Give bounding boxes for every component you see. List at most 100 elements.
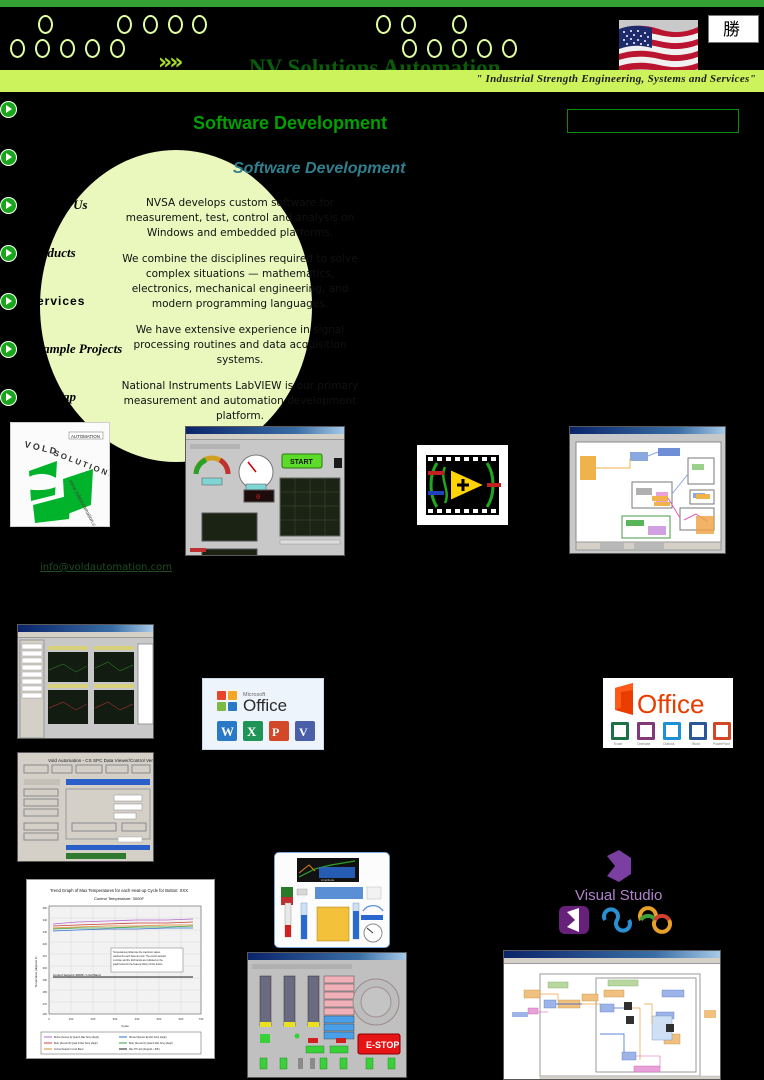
svg-text:Temperatures plotted are the m: Temperatures plotted are the maximum val… [113, 951, 161, 954]
sidebar-item-home[interactable] [0, 97, 28, 121]
page-title: Software Development [193, 113, 388, 133]
svg-text:340: 340 [43, 918, 48, 922]
svg-text:350: 350 [43, 906, 48, 910]
office-app-label: Word [692, 742, 700, 746]
bubble-icon [85, 39, 100, 58]
sidebar-item-contact-us[interactable]: Contact Us [0, 193, 88, 217]
legend-entry: Body (Sensor B) Quad 2 Max Temp (degF) [54, 1042, 98, 1045]
trend-chart-thumb[interactable]: Trend Graph of Max Temperatures for each… [26, 879, 215, 1059]
svg-text:600: 600 [179, 1017, 184, 1021]
bubble-icon [10, 39, 25, 58]
play-bullet-icon [0, 388, 17, 406]
legend-entry: Button (Sensor A) Quad 1 Max Temp (degF) [54, 1036, 99, 1039]
svg-text:graph below for the heat-up hi: graph below for the heat-up history of t… [113, 963, 163, 966]
svg-text:Amplitude: Amplitude [321, 878, 335, 882]
play-bullet-icon [0, 100, 17, 118]
office-app-label: Outlook [663, 742, 675, 746]
svg-text:is shown and the limit bands a: is shown and the limit bands are indicat… [113, 959, 163, 962]
bubble-icon [192, 15, 207, 34]
kanji-badge: 勝 必 [708, 15, 759, 68]
svg-text:Vold Automation - CS SPC Data: Vold Automation - CS SPC Data Viewer/Con… [48, 758, 154, 763]
title-bar [18, 625, 153, 632]
bubble-icon [143, 15, 158, 34]
title-bar [248, 953, 406, 960]
legend-entry: Body (Sensor D) Quad 4 Max Temp (degF) [129, 1042, 173, 1045]
title-bar [186, 427, 344, 434]
bubble-icon [401, 15, 416, 34]
svg-text:320: 320 [43, 942, 48, 946]
svg-text:X: X [247, 724, 257, 739]
play-bullet-icon [0, 196, 17, 214]
labview-logo-thumb[interactable] [417, 445, 508, 525]
svg-text:300: 300 [43, 966, 48, 970]
ms-office-2010-logo[interactable]: Microsoft Office W X P V [202, 678, 324, 750]
svg-text:400: 400 [135, 1017, 140, 1021]
sidebar-item-example-projects[interactable]: Example Projects [0, 337, 122, 361]
svg-text:330: 330 [43, 930, 48, 934]
site-brand-title: NV Solutions Automation [249, 55, 501, 70]
visual-studio-logo[interactable]: Visual Studio [545, 848, 695, 938]
multi-graph-application-thumb[interactable] [17, 624, 154, 739]
sidebar-item-products[interactable]: Products [0, 241, 76, 265]
office-app-label: OneNote [637, 742, 650, 746]
svg-text:300: 300 [113, 1017, 118, 1021]
scada-estop-panel-thumb[interactable]: E-STOP [247, 952, 407, 1078]
play-bullet-icon [0, 292, 17, 310]
sidebar-item-site-map[interactable]: Site Map [0, 385, 76, 409]
svg-text:Control Setpoint 3000F / Limit: Control Setpoint 3000F / Limit Band [53, 973, 101, 977]
ms-office-2013-logo[interactable]: Office Excel OneNote Outlook Word PowerP… [603, 678, 733, 748]
top-accent-bar [0, 0, 764, 7]
body-paragraph: National Instruments LabVIEW is our prim… [121, 380, 359, 422]
bubble-icon [110, 39, 125, 58]
labview-front-panel-thumb[interactable]: START 0 [185, 426, 345, 556]
bubble-icon [38, 15, 53, 34]
labview-block-diagram-2-thumb[interactable] [503, 950, 721, 1080]
svg-text:V: V [299, 725, 308, 739]
sidebar-item-label: Products [28, 245, 76, 260]
bubble-icon [117, 15, 132, 34]
configuration-dialog-thumb[interactable]: Vold Automation - CS SPC Data Viewer/Con… [17, 752, 154, 862]
office-app-label: PowerPoint [713, 742, 730, 746]
legend-entry: Max HT Limit (Setpoint + 50F) [129, 1048, 160, 1051]
bubble-icon [376, 15, 391, 34]
sidebar-item-about[interactable] [0, 145, 28, 169]
chart-subtitle: Control Temperature: 3000F [94, 896, 145, 901]
svg-text:270: 270 [43, 1002, 48, 1006]
sidebar-item-services[interactable]: Services [0, 289, 85, 313]
svg-text:START: START [290, 459, 314, 466]
search-input[interactable] [567, 109, 739, 133]
labview-block-diagram-thumb[interactable] [569, 426, 726, 554]
body-paragraph: We combine the disciplines required to s… [122, 253, 358, 310]
title-bar [570, 427, 725, 434]
chart-xlabel: Cycle [121, 1024, 129, 1028]
chart-ylabel: Temperature (degrees F) [34, 956, 38, 987]
legend-entry: Control Setpoint / Limit Band [54, 1048, 84, 1051]
site-tagline: " Industrial Strength Engineering, Syste… [476, 73, 756, 85]
svg-text:W: W [221, 724, 234, 739]
svg-text:100: 100 [69, 1017, 74, 1021]
vold-solutions-logo[interactable]: V O L D S O L U T I O N S AUTOMATION www… [10, 422, 110, 527]
body-paragraph: We have extensive experience in signal p… [133, 324, 347, 366]
bubble-icon [35, 39, 50, 58]
svg-text:200: 200 [91, 1017, 96, 1021]
chart-title: Trend Graph of Max Temperatures for each… [50, 888, 188, 893]
office-wordmark: Office [243, 696, 287, 715]
bubble-icon [60, 39, 75, 58]
svg-text:700: 700 [199, 1017, 204, 1021]
legend-entry: Shroud (Sensor E) Max Temp (degF) [129, 1036, 167, 1039]
chevron-right-icon: »» [158, 50, 183, 71]
office-app-label: Excel [614, 742, 622, 746]
title-bar [504, 951, 720, 958]
play-bullet-icon [0, 244, 17, 262]
svg-text:reached for each heat-up cycle: reached for each heat-up cycle. The cont… [113, 955, 166, 958]
logo-badge-automation: AUTOMATION [71, 434, 100, 439]
sidebar-item-label: Contact Us [28, 197, 88, 212]
email-link[interactable]: info@voldautomation.com [40, 562, 172, 573]
us-flag-image [619, 20, 698, 70]
svg-text:260: 260 [43, 1012, 48, 1016]
body-copy: NVSA develops custom software for measur… [120, 163, 360, 435]
sidebar-item-label: Site Map [28, 389, 77, 404]
hmi-tank-panel-thumb[interactable]: Amplitude [274, 852, 390, 948]
site-header: »» NV Solutions Automation 勝 必 [0, 7, 764, 70]
svg-text:290: 290 [43, 978, 48, 982]
